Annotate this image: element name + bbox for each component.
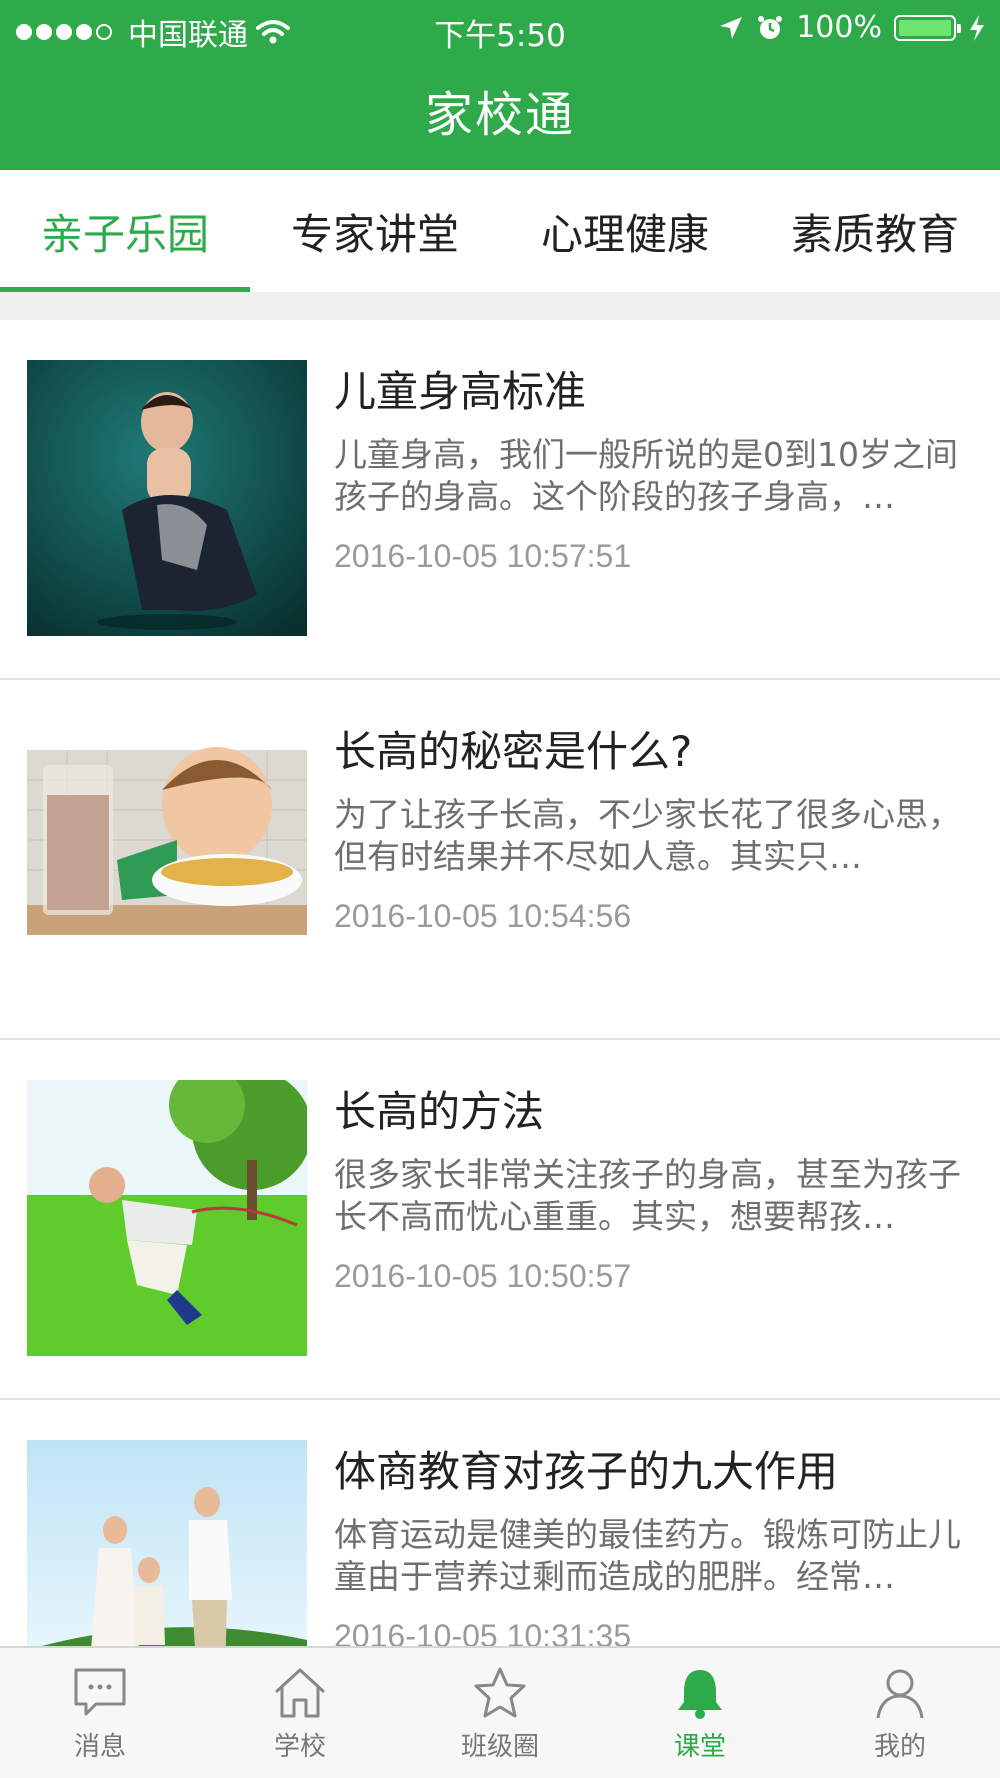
article-thumbnail — [27, 360, 307, 636]
article-item[interactable]: 长高的方法 很多家长非常关注孩子的身高，甚至为孩子长不高而忧心重重。其实，想要帮… — [0, 1040, 1000, 1400]
person-icon — [876, 1669, 924, 1719]
article-summary: 很多家长非常关注孩子的身高，甚至为孩子长不高而忧心重重。其实，想要帮孩… — [334, 1155, 961, 1237]
article-text: 儿童身高标准 儿童身高，我们一般所说的是0到10岁之间孩子的身高。这个阶段的孩子… — [334, 368, 974, 575]
tabbar-class-circle[interactable]: 班级圈 — [400, 1648, 600, 1778]
article-summary: 体育运动是健美的最佳药方。锻炼可防止儿童由于营养过剩而造成的肥胖。经常… — [334, 1515, 961, 1597]
tabbar-mine[interactable]: 我的 — [800, 1648, 1000, 1778]
charging-bolt-icon — [970, 14, 984, 41]
bell-icon — [678, 1670, 722, 1719]
tabbar-school[interactable]: 学校 — [200, 1648, 400, 1778]
article-timestamp: 2016-10-05 10:57:51 — [334, 538, 632, 575]
article-title: 长高的方法 — [334, 1088, 545, 1136]
chat-bubble-icon — [74, 1668, 126, 1716]
tabbar-classroom[interactable]: 课堂 — [600, 1648, 800, 1778]
article-title: 体商教育对孩子的九大作用 — [334, 1448, 839, 1496]
tabbar-label: 学校 — [273, 1732, 326, 1762]
article-summary: 为了让孩子长高，不少家长花了很多心思，但有时结果并不尽如人意。其实只… — [334, 795, 961, 877]
tabbar-label: 课堂 — [673, 1732, 726, 1762]
article-item[interactable]: 长高的秘密是什么? 为了让孩子长高，不少家长花了很多心思，但有时结果并不尽如人意… — [0, 680, 1000, 1040]
article-text: 长高的方法 很多家长非常关注孩子的身高，甚至为孩子长不高而忧心重重。其实，想要帮… — [334, 1088, 974, 1295]
category-tabs: 亲子乐园 专家讲堂 心理健康 素质教育 — [0, 170, 1000, 292]
location-arrow-icon — [720, 16, 743, 39]
article-item[interactable]: 儿童身高标准 儿童身高，我们一般所说的是0到10岁之间孩子的身高。这个阶段的孩子… — [0, 320, 1000, 680]
tab-parent-child[interactable]: 亲子乐园 — [0, 170, 250, 292]
tab-expert-lecture[interactable]: 专家讲堂 — [250, 170, 500, 292]
battery-percent: 100% — [796, 10, 882, 45]
tab-mental-health[interactable]: 心理健康 — [500, 170, 750, 292]
alarm-clock-icon — [758, 15, 783, 39]
article-thumbnail — [27, 1080, 307, 1356]
star-icon — [474, 1667, 526, 1718]
article-thumbnail — [27, 720, 307, 996]
app-header: 中国联通 下午5:50 100% 家校通 — [0, 0, 1000, 170]
tabbar-messages[interactable]: 消息 — [0, 1648, 200, 1778]
article-text: 长高的秘密是什么? 为了让孩子长高，不少家长花了很多心思，但有时结果并不尽如人意… — [334, 728, 974, 935]
home-icon — [274, 1668, 326, 1718]
article-title: 长高的秘密是什么? — [334, 728, 693, 776]
article-timestamp: 2016-10-05 10:50:57 — [334, 1258, 632, 1295]
article-title: 儿童身高标准 — [334, 368, 587, 416]
article-text: 体商教育对孩子的九大作用 体育运动是健美的最佳药方。锻炼可防止儿童由于营养过剩而… — [334, 1448, 974, 1655]
article-timestamp: 2016-10-05 10:54:56 — [334, 898, 632, 935]
tabbar-label: 我的 — [873, 1732, 926, 1762]
tabbar-label: 消息 — [73, 1732, 126, 1762]
tab-quality-education[interactable]: 素质教育 — [750, 170, 1000, 292]
page-title: 家校通 — [424, 87, 575, 143]
battery-icon — [894, 14, 961, 41]
status-right: 100% — [718, 10, 986, 45]
bottom-tab-bar: 消息 学校 班级圈 课堂 我的 — [0, 1646, 1000, 1778]
status-bar: 中国联通 下午5:50 100% — [0, 0, 1000, 56]
tabbar-label: 班级圈 — [460, 1732, 539, 1762]
article-list: 儿童身高标准 儿童身高，我们一般所说的是0到10岁之间孩子的身高。这个阶段的孩子… — [0, 320, 1000, 1760]
tab-divider — [0, 292, 1000, 320]
article-summary: 儿童身高，我们一般所说的是0到10岁之间孩子的身高。这个阶段的孩子身高，… — [334, 435, 958, 517]
